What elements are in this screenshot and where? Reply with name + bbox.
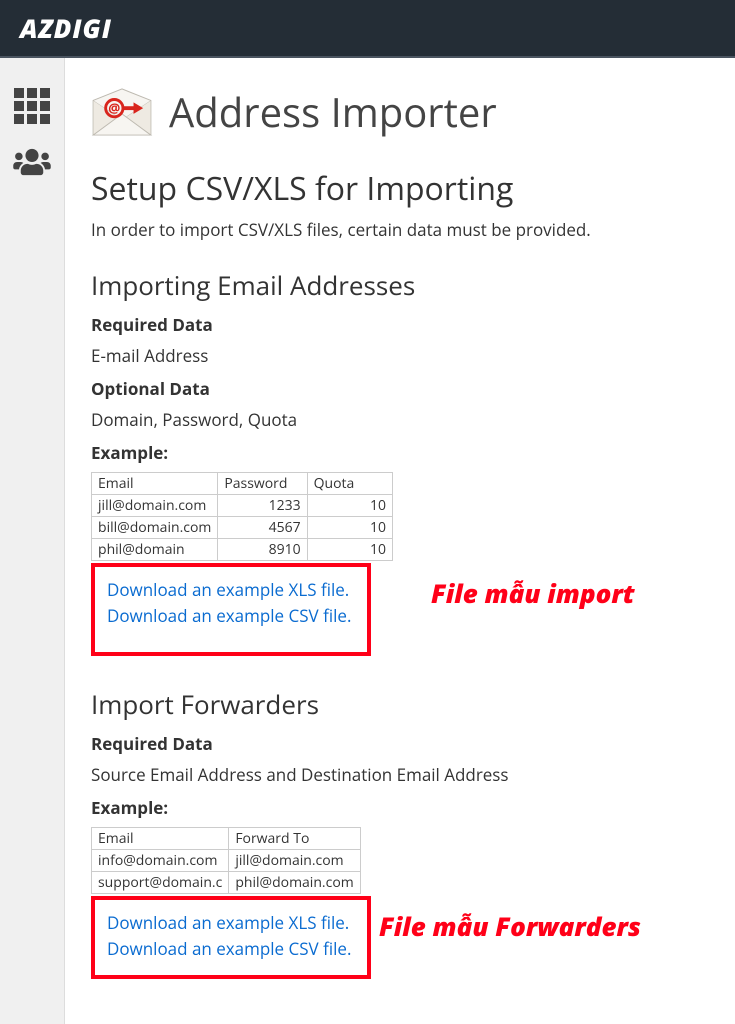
emails-example-label: Example: xyxy=(91,441,709,464)
download-example-xls-link[interactable]: Download an example XLS file. xyxy=(107,577,355,603)
forwarders-required-label: Required Data xyxy=(91,732,709,755)
download-example-csv-link[interactable]: Download an example CSV file. xyxy=(107,936,355,962)
forwarders-example-table: Email Forward To info@domain.com jill@do… xyxy=(91,827,361,894)
emails-required-label: Required Data xyxy=(91,313,709,336)
emails-download-wrap: Download an example XLS file. Download a… xyxy=(91,563,709,656)
table-row: Email Forward To xyxy=(92,828,361,850)
forwarders-example-label: Example: xyxy=(91,796,709,819)
table-row: Email Password Quota xyxy=(92,473,393,495)
sidebar xyxy=(0,58,64,1024)
address-importer-icon: @ xyxy=(91,87,153,137)
grid-icon xyxy=(14,88,50,124)
main-content: @ Address Importer Setup CSV/XLS for Imp… xyxy=(64,58,735,1024)
emails-download-box: Download an example XLS file. Download a… xyxy=(91,563,371,656)
table-row: phil@domain 8910 10 xyxy=(92,539,393,561)
forwarders-download-box: Download an example XLS file. Download a… xyxy=(91,896,371,979)
setup-lead: In order to import CSV/XLS files, certai… xyxy=(91,218,709,241)
users-icon[interactable] xyxy=(0,134,64,190)
emails-example-table: Email Password Quota jill@domain.com 123… xyxy=(91,472,393,561)
forwarders-required-value: Source Email Address and Destination Ema… xyxy=(91,763,709,786)
th-forward-to: Forward To xyxy=(229,828,360,850)
table-row: info@domain.com jill@domain.com xyxy=(92,850,361,872)
download-example-csv-link[interactable]: Download an example CSV file. xyxy=(107,603,355,629)
th-email: Email xyxy=(92,473,218,495)
forwarders-heading: Import Forwarders xyxy=(91,686,709,722)
table-row: support@domain.c phil@domain.com xyxy=(92,872,361,894)
download-example-xls-link[interactable]: Download an example XLS file. xyxy=(107,910,355,936)
emails-optional-label: Optional Data xyxy=(91,377,709,400)
layout: @ Address Importer Setup CSV/XLS for Imp… xyxy=(0,58,735,1024)
table-row: bill@domain.com 4567 10 xyxy=(92,517,393,539)
emails-heading: Importing Email Addresses xyxy=(91,267,709,303)
th-email: Email xyxy=(92,828,229,850)
emails-required-value: E-mail Address xyxy=(91,344,709,367)
emails-optional-value: Domain, Password, Quota xyxy=(91,408,709,431)
table-row: jill@domain.com 1233 10 xyxy=(92,495,393,517)
people-icon xyxy=(13,147,51,177)
page-header: @ Address Importer xyxy=(91,84,709,139)
th-quota: Quota xyxy=(307,473,392,495)
setup-heading: Setup CSV/XLS for Importing xyxy=(91,167,709,210)
annotation-file-mau-import: File mẫu import xyxy=(431,575,635,611)
svg-text:@: @ xyxy=(108,98,120,116)
page-title: Address Importer xyxy=(169,84,497,139)
forwarders-download-wrap: Download an example XLS file. Download a… xyxy=(91,896,709,979)
apps-grid-icon[interactable] xyxy=(0,78,64,134)
brand-logo: AZDIGI xyxy=(20,10,112,46)
annotation-file-mau-forwarders: File mẫu Forwarders xyxy=(379,908,641,944)
th-password: Password xyxy=(218,473,307,495)
topbar: AZDIGI xyxy=(0,0,735,58)
